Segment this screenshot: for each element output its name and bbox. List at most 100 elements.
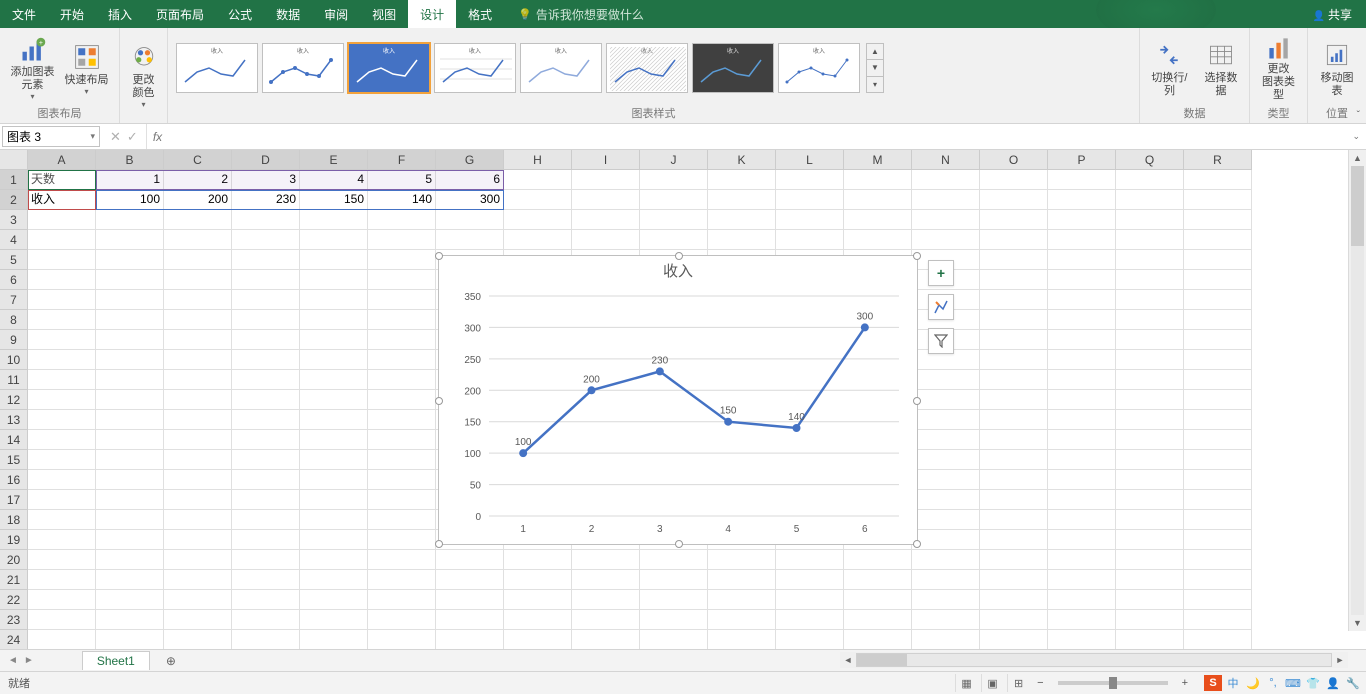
resize-handle-sw[interactable] — [435, 540, 443, 548]
share-button[interactable]: 共享 — [1305, 2, 1360, 27]
cell-N19[interactable] — [912, 530, 980, 550]
cell-D4[interactable] — [232, 230, 300, 250]
cell-A24[interactable] — [28, 630, 96, 650]
cell-B19[interactable] — [96, 530, 164, 550]
cell-B22[interactable] — [96, 590, 164, 610]
cell-F11[interactable] — [368, 370, 436, 390]
cell-I21[interactable] — [572, 570, 640, 590]
col-header-M[interactable]: M — [844, 150, 912, 170]
cell-E8[interactable] — [300, 310, 368, 330]
cell-O13[interactable] — [980, 410, 1048, 430]
cell-B13[interactable] — [96, 410, 164, 430]
cell-Q3[interactable] — [1116, 210, 1184, 230]
cell-R2[interactable] — [1184, 190, 1252, 210]
cell-C5[interactable] — [164, 250, 232, 270]
ime-icon[interactable]: S — [1204, 675, 1222, 691]
col-header-H[interactable]: H — [504, 150, 572, 170]
row-header-19[interactable]: 19 — [0, 530, 28, 550]
cell-Q24[interactable] — [1116, 630, 1184, 650]
cell-G20[interactable] — [436, 550, 504, 570]
col-header-I[interactable]: I — [572, 150, 640, 170]
sheet-tab-1[interactable]: Sheet1 — [82, 651, 150, 670]
zoom-out-icon[interactable]: − — [1033, 677, 1047, 689]
resize-handle-w[interactable] — [435, 397, 443, 405]
cell-R3[interactable] — [1184, 210, 1252, 230]
col-header-K[interactable]: K — [708, 150, 776, 170]
cell-O8[interactable] — [980, 310, 1048, 330]
cell-A5[interactable] — [28, 250, 96, 270]
cell-A13[interactable] — [28, 410, 96, 430]
cell-R14[interactable] — [1184, 430, 1252, 450]
zoom-slider[interactable] — [1058, 681, 1168, 685]
cell-Q21[interactable] — [1116, 570, 1184, 590]
chart-style-7[interactable]: 收入 — [692, 43, 774, 93]
cell-L1[interactable] — [776, 170, 844, 190]
cell-G22[interactable] — [436, 590, 504, 610]
cell-F6[interactable] — [368, 270, 436, 290]
cell-Q7[interactable] — [1116, 290, 1184, 310]
cell-Q15[interactable] — [1116, 450, 1184, 470]
row-header-24[interactable]: 24 — [0, 630, 28, 650]
cell-C8[interactable] — [164, 310, 232, 330]
cell-P10[interactable] — [1048, 350, 1116, 370]
row-header-13[interactable]: 13 — [0, 410, 28, 430]
cell-D22[interactable] — [232, 590, 300, 610]
cell-P3[interactable] — [1048, 210, 1116, 230]
accept-formula-icon[interactable]: ✓ — [127, 129, 138, 145]
col-header-C[interactable]: C — [164, 150, 232, 170]
cell-O15[interactable] — [980, 450, 1048, 470]
cell-C23[interactable] — [164, 610, 232, 630]
cell-O11[interactable] — [980, 370, 1048, 390]
cell-C22[interactable] — [164, 590, 232, 610]
cell-A2[interactable]: 收入 — [28, 190, 96, 210]
cell-Q6[interactable] — [1116, 270, 1184, 290]
resize-handle-nw[interactable] — [435, 252, 443, 260]
cell-C3[interactable] — [164, 210, 232, 230]
cell-O10[interactable] — [980, 350, 1048, 370]
cell-L21[interactable] — [776, 570, 844, 590]
cell-O6[interactable] — [980, 270, 1048, 290]
cell-N12[interactable] — [912, 390, 980, 410]
cell-E7[interactable] — [300, 290, 368, 310]
cell-R8[interactable] — [1184, 310, 1252, 330]
cell-A11[interactable] — [28, 370, 96, 390]
cell-B20[interactable] — [96, 550, 164, 570]
cell-Q19[interactable] — [1116, 530, 1184, 550]
view-page-layout-icon[interactable]: ▣ — [981, 674, 1003, 692]
cell-Q12[interactable] — [1116, 390, 1184, 410]
row-header-12[interactable]: 12 — [0, 390, 28, 410]
cell-P20[interactable] — [1048, 550, 1116, 570]
cell-M4[interactable] — [844, 230, 912, 250]
cell-F4[interactable] — [368, 230, 436, 250]
cell-E20[interactable] — [300, 550, 368, 570]
cell-D13[interactable] — [232, 410, 300, 430]
tray-icon-5[interactable]: 👕 — [1304, 675, 1322, 691]
cell-A22[interactable] — [28, 590, 96, 610]
col-header-J[interactable]: J — [640, 150, 708, 170]
cell-F12[interactable] — [368, 390, 436, 410]
cell-R4[interactable] — [1184, 230, 1252, 250]
zoom-in-icon[interactable]: + — [1178, 677, 1192, 689]
resize-handle-e[interactable] — [913, 397, 921, 405]
horizontal-scrollbar[interactable]: ◄► — [840, 652, 1348, 668]
cell-N2[interactable] — [912, 190, 980, 210]
cell-G23[interactable] — [436, 610, 504, 630]
cell-B21[interactable] — [96, 570, 164, 590]
col-header-A[interactable]: A — [28, 150, 96, 170]
col-header-L[interactable]: L — [776, 150, 844, 170]
cell-C2[interactable]: 200 — [164, 190, 232, 210]
cell-Q18[interactable] — [1116, 510, 1184, 530]
cell-E19[interactable] — [300, 530, 368, 550]
cell-E24[interactable] — [300, 630, 368, 650]
cell-D11[interactable] — [232, 370, 300, 390]
cell-P18[interactable] — [1048, 510, 1116, 530]
cell-B23[interactable] — [96, 610, 164, 630]
add-chart-element-button[interactable]: + 添加图表 元素 ▾ — [7, 33, 59, 103]
cell-N22[interactable] — [912, 590, 980, 610]
cell-F23[interactable] — [368, 610, 436, 630]
change-chart-type-button[interactable]: 更改 图表类型 — [1254, 33, 1303, 103]
cell-E9[interactable] — [300, 330, 368, 350]
cell-A18[interactable] — [28, 510, 96, 530]
cell-O3[interactable] — [980, 210, 1048, 230]
col-header-B[interactable]: B — [96, 150, 164, 170]
